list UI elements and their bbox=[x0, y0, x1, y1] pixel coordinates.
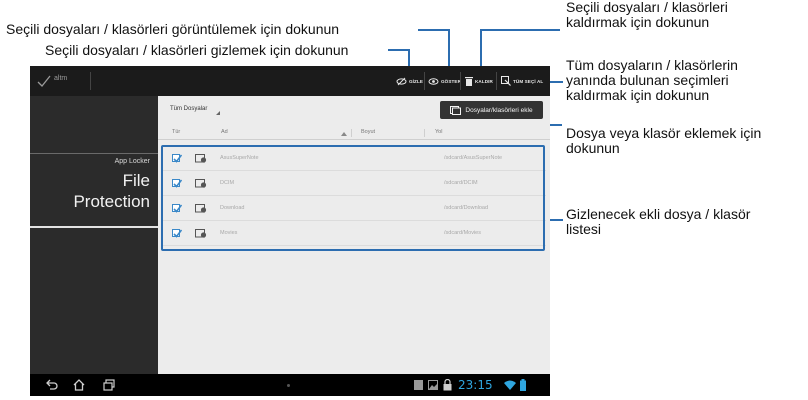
column-name[interactable]: Ad bbox=[221, 129, 228, 135]
page-title-line2: Protection bbox=[73, 192, 150, 211]
column-divider bbox=[351, 129, 352, 137]
column-size[interactable]: Boyut bbox=[361, 129, 375, 135]
callout-list: Gizlenecek ekli dosya / klasör listesi bbox=[566, 207, 750, 237]
callout-list-line2: listesi bbox=[566, 221, 602, 237]
callout-add: Dosya veya klasör eklemek için dokunun bbox=[566, 126, 761, 156]
sort-asc-icon[interactable] bbox=[341, 132, 347, 136]
page-title: File Protection bbox=[30, 170, 150, 212]
leader-remove bbox=[480, 29, 560, 31]
lock-icon bbox=[443, 379, 452, 391]
checkmark-icon[interactable] bbox=[36, 73, 52, 89]
table-header: Tür Ad Boyut Yol bbox=[158, 126, 550, 140]
sidebar-divider bbox=[30, 153, 158, 154]
add-folder-icon bbox=[450, 105, 462, 115]
callout-remove-line1: Seçili dosyaları / klasörleri bbox=[566, 0, 728, 15]
callout-list-line1: Gizlenecek ekli dosya / klasör bbox=[566, 206, 751, 222]
sidebar: App Locker File Protection bbox=[30, 96, 158, 374]
dropdown-arrow-icon[interactable] bbox=[216, 111, 220, 115]
action-bar-divider bbox=[424, 72, 425, 90]
back-icon[interactable] bbox=[44, 378, 58, 392]
callout-remove-selected: Seçili dosyaları / klasörleri kaldırmak … bbox=[566, 0, 728, 30]
callout-hide-selected: Seçili dosyaları / klasörleri gizlemek i… bbox=[45, 42, 349, 58]
wifi-icon bbox=[504, 380, 516, 390]
remove-label: KALDIR bbox=[475, 78, 493, 84]
leader-hide bbox=[388, 49, 410, 51]
hide-button[interactable]: GİZLE bbox=[396, 66, 423, 96]
remove-button[interactable]: KALDIR bbox=[465, 66, 493, 96]
done-label[interactable]: altm bbox=[54, 75, 67, 82]
center-dot bbox=[287, 384, 290, 387]
add-files-button[interactable]: Dosyalar/klasörleri ekle bbox=[440, 101, 543, 119]
callout-deselect-line3: kaldırmak için dokunun bbox=[566, 87, 710, 103]
callout-add-line2: dokunun bbox=[566, 140, 620, 156]
gallery-icon[interactable] bbox=[428, 380, 438, 390]
hide-label: GİZLE bbox=[409, 78, 424, 84]
deselect-all-button[interactable]: TÜM SEÇİ AL bbox=[501, 66, 543, 96]
callout-remove-line2: kaldırmak için dokunun bbox=[566, 14, 710, 30]
eye-icon bbox=[428, 77, 439, 85]
page-title-line1: File bbox=[122, 171, 150, 190]
action-bar-divider bbox=[496, 72, 497, 90]
battery-icon bbox=[520, 379, 526, 391]
column-type[interactable]: Tür bbox=[172, 129, 180, 135]
callout-deselect-line2: yanında bulunan seçimleri bbox=[566, 72, 729, 88]
action-bar-divider bbox=[90, 72, 91, 90]
add-files-label: Dosyalar/klasörleri ekle bbox=[465, 106, 533, 114]
column-path[interactable]: Yol bbox=[435, 129, 442, 135]
sidebar-selected-underline bbox=[30, 226, 158, 228]
action-bar: altm GİZLE GÖSTER KALDIR TÜM SEÇİ AL bbox=[30, 66, 550, 96]
deselect-all-label: TÜM SEÇİ AL bbox=[513, 78, 544, 84]
clock[interactable]: 23:15 bbox=[458, 378, 493, 392]
callout-deselect-line1: Tüm dosyaların / klasörlerin bbox=[566, 57, 738, 73]
action-bar-divider bbox=[460, 72, 461, 90]
recents-icon[interactable] bbox=[102, 378, 116, 392]
callout-show-selected: Seçili dosyaları / klasörleri görüntülem… bbox=[6, 21, 340, 37]
list-highlight-box bbox=[161, 145, 545, 251]
trash-icon bbox=[465, 77, 473, 86]
leader-show bbox=[418, 29, 450, 31]
callout-add-line1: Dosya veya klasör eklemek için bbox=[566, 125, 762, 141]
select-off-icon bbox=[501, 76, 511, 86]
app-locker-label: App Locker bbox=[114, 158, 150, 165]
show-button[interactable]: GÖSTER bbox=[428, 66, 461, 96]
filter-dropdown[interactable]: Tüm Dosyalar bbox=[170, 106, 207, 112]
home-icon[interactable] bbox=[72, 378, 86, 392]
notification-icon[interactable] bbox=[414, 380, 423, 390]
hide-eye-icon bbox=[396, 77, 407, 85]
callout-deselect-all: Tüm dosyaların / klasörlerin yanında bul… bbox=[566, 58, 738, 103]
system-bar: 23:15 bbox=[30, 374, 550, 396]
show-label: GÖSTER bbox=[441, 78, 461, 84]
column-divider bbox=[424, 129, 425, 137]
